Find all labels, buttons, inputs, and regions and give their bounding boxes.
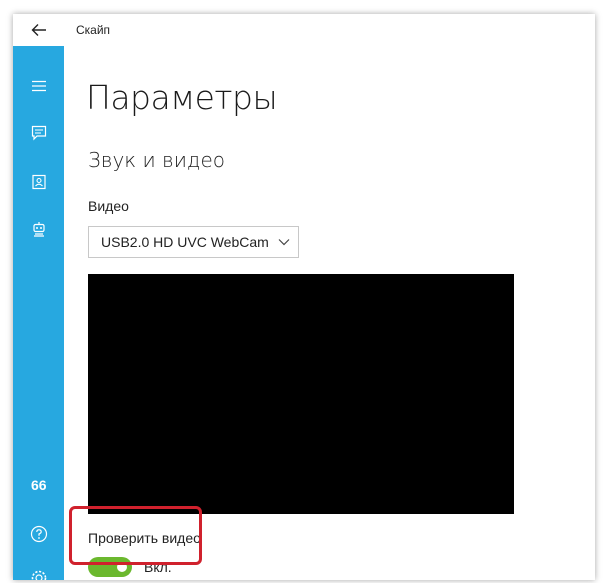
sidebar-item-settings[interactable] xyxy=(13,558,64,580)
camera-dropdown[interactable]: USB2.0 HD UVC WebCam xyxy=(88,226,299,258)
svg-text:66: 66 xyxy=(31,478,47,492)
sidebar-item-help[interactable] xyxy=(13,514,64,554)
camera-dropdown-value: USB2.0 HD UVC WebCam xyxy=(101,234,269,250)
settings-content: Параметры Звук и видео Видео USB2.0 HD U… xyxy=(64,46,595,580)
back-button[interactable] xyxy=(13,14,64,46)
app-title: Скайп xyxy=(76,23,111,37)
sidebar-item-menu[interactable] xyxy=(13,66,64,106)
gear-icon xyxy=(30,569,48,580)
page-title: Параметры xyxy=(86,78,278,117)
sidebar-item-bots[interactable] xyxy=(13,209,64,249)
quote-icon: 66 xyxy=(31,478,47,492)
bot-icon xyxy=(31,221,47,237)
hamburger-menu-icon xyxy=(31,80,47,92)
title-bar: Скайп xyxy=(13,14,595,46)
sidebar-item-quotes[interactable]: 66 xyxy=(13,465,64,505)
arrow-left-icon xyxy=(31,23,47,37)
help-icon xyxy=(30,525,48,543)
section-title: Звук и видео xyxy=(88,148,226,172)
video-label: Видео xyxy=(88,198,129,214)
sidebar: 66 xyxy=(13,46,64,580)
highlight-frame xyxy=(69,506,202,565)
skype-window: Скайп 66 Параметры Звук и видео Видео US… xyxy=(13,14,595,580)
sidebar-item-contacts[interactable] xyxy=(13,162,64,202)
chevron-down-icon xyxy=(270,227,298,257)
sidebar-item-chats[interactable] xyxy=(13,113,64,153)
video-preview xyxy=(88,274,514,514)
contacts-icon xyxy=(31,174,47,190)
chat-icon xyxy=(31,125,47,141)
